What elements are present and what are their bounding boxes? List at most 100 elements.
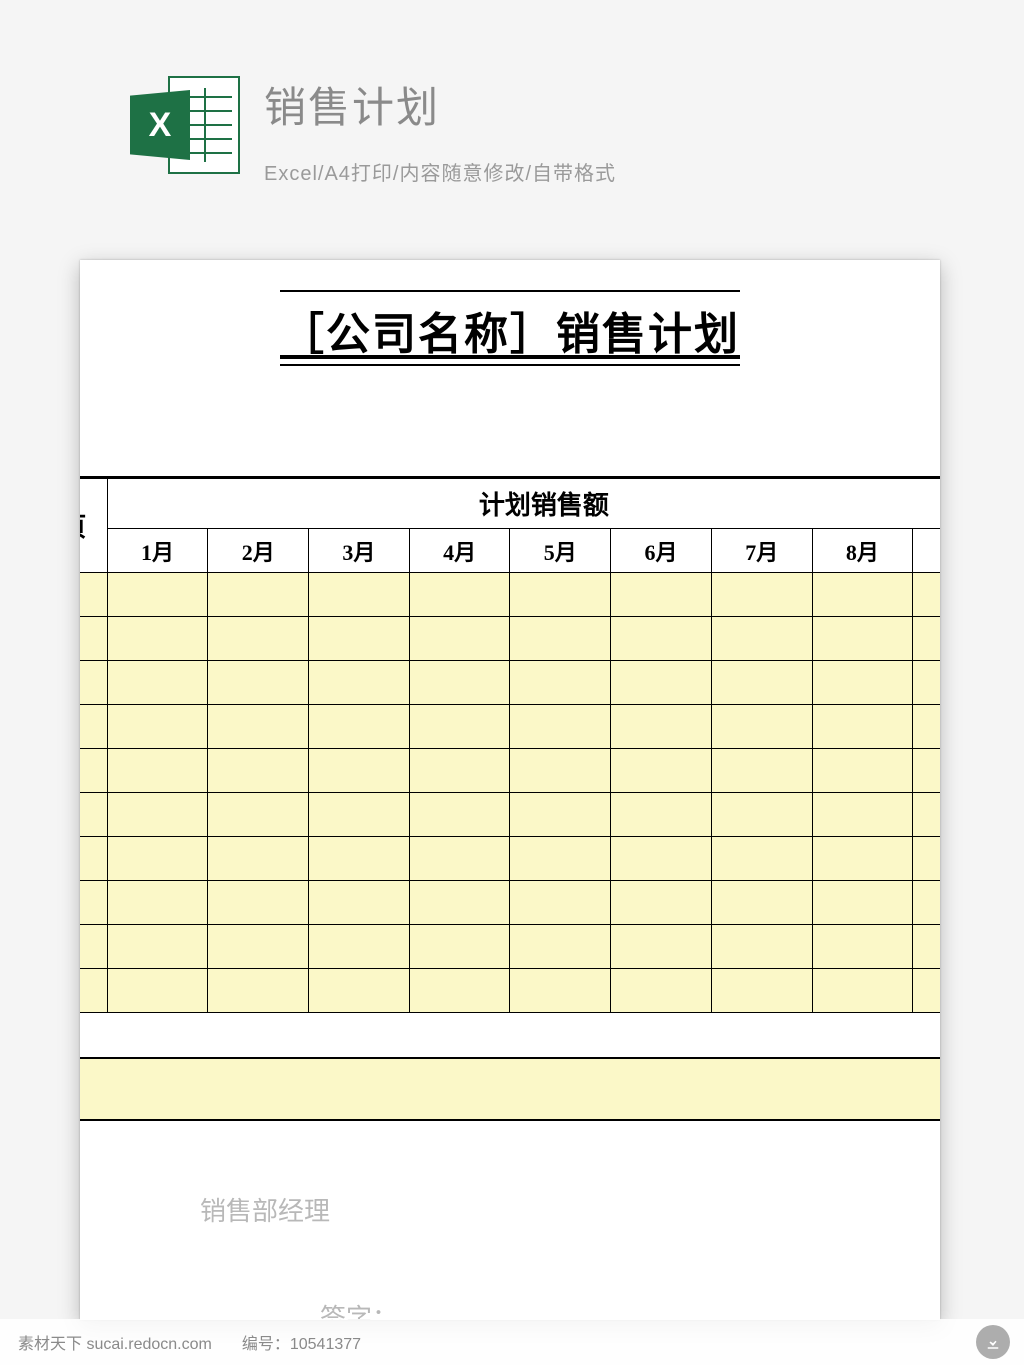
table-cell <box>409 749 510 793</box>
table-cell <box>409 617 510 661</box>
table-row <box>80 969 940 1013</box>
table-cell <box>913 837 940 881</box>
table-cell <box>812 705 913 749</box>
table-cell <box>409 793 510 837</box>
table-cell <box>812 837 913 881</box>
table-cell <box>812 617 913 661</box>
table-cell <box>510 749 611 793</box>
month-header: 8月 <box>812 529 913 573</box>
table-cell <box>107 661 208 705</box>
table-row <box>80 573 940 617</box>
table-cell <box>80 793 107 837</box>
month-header: 1月 <box>107 529 208 573</box>
table-row <box>80 793 940 837</box>
table-cell <box>409 837 510 881</box>
watermark-footer: 素材天下 sucai.redocn.com 编号：10541377 <box>0 1319 1024 1365</box>
table-cell <box>711 969 812 1013</box>
table-cell <box>409 705 510 749</box>
table-cell <box>711 793 812 837</box>
side-header: 页 <box>80 479 107 573</box>
month-header-overflow <box>913 529 940 573</box>
month-header: 3月 <box>309 529 410 573</box>
table-cell <box>107 969 208 1013</box>
table-cell <box>309 661 410 705</box>
table-cell <box>409 969 510 1013</box>
download-icon[interactable] <box>976 1325 1010 1359</box>
table-cell <box>80 837 107 881</box>
table-cell <box>309 925 410 969</box>
table-cell <box>107 705 208 749</box>
table-cell <box>107 793 208 837</box>
plan-table: 页 计划销售额 1月 2月 3月 4月 5月 6月 7月 8月 <box>80 476 940 1013</box>
table-row <box>80 881 940 925</box>
table-cell <box>80 661 107 705</box>
month-header-row: 1月 2月 3月 4月 5月 6月 7月 8月 <box>80 529 940 573</box>
table-cell <box>80 969 107 1013</box>
table-row <box>80 837 940 881</box>
table-cell <box>812 969 913 1013</box>
table-cell <box>711 705 812 749</box>
table-cell <box>409 925 510 969</box>
template-header: X 销售计划 Excel/A4打印/内容随意修改/自带格式 <box>130 70 616 186</box>
table-cell <box>611 925 712 969</box>
table-cell <box>913 793 940 837</box>
table-cell <box>208 969 309 1013</box>
table-cell <box>611 705 712 749</box>
table-cell <box>812 793 913 837</box>
table-cell <box>309 881 410 925</box>
summary-band <box>80 1057 940 1121</box>
table-cell <box>510 969 611 1013</box>
table-cell <box>611 749 712 793</box>
group-header: 计划销售额 <box>107 479 940 529</box>
table-cell <box>510 925 611 969</box>
table-cell <box>309 969 410 1013</box>
table-cell <box>913 661 940 705</box>
table-row <box>80 617 940 661</box>
footer-site: 素材天下 sucai.redocn.com <box>18 1330 212 1354</box>
table-cell <box>309 617 410 661</box>
table-row <box>80 705 940 749</box>
excel-icon: X <box>130 70 240 180</box>
template-title: 销售计划 <box>264 74 616 135</box>
table-cell <box>309 573 410 617</box>
table-cell <box>611 573 712 617</box>
table-cell <box>80 617 107 661</box>
month-header: 2月 <box>208 529 309 573</box>
table-cell <box>208 661 309 705</box>
table-cell <box>80 749 107 793</box>
table-cell <box>711 617 812 661</box>
month-header: 6月 <box>611 529 712 573</box>
table-cell <box>812 749 913 793</box>
document-title: ［公司名称］销售计划 <box>280 290 740 366</box>
table-cell <box>913 749 940 793</box>
table-cell <box>711 661 812 705</box>
footer-id: 编号：10541377 <box>242 1330 361 1354</box>
table-cell <box>208 617 309 661</box>
table-cell <box>309 749 410 793</box>
month-header: 7月 <box>711 529 812 573</box>
table-cell <box>510 661 611 705</box>
table-cell <box>611 881 712 925</box>
table-cell <box>510 573 611 617</box>
table-row <box>80 925 940 969</box>
table-cell <box>711 925 812 969</box>
table-cell <box>80 881 107 925</box>
table-cell <box>611 661 712 705</box>
table-cell <box>711 881 812 925</box>
table-cell <box>913 705 940 749</box>
table-cell <box>309 705 410 749</box>
table-cell <box>208 573 309 617</box>
table-cell <box>309 793 410 837</box>
table-cell <box>208 793 309 837</box>
table-cell <box>611 793 712 837</box>
table-cell <box>107 837 208 881</box>
table-cell <box>208 749 309 793</box>
table-cell <box>409 661 510 705</box>
table-cell <box>711 573 812 617</box>
table-cell <box>611 969 712 1013</box>
table-row <box>80 661 940 705</box>
signature-sign-label: 签字： <box>320 1298 500 1320</box>
table-cell <box>107 573 208 617</box>
table-cell <box>409 881 510 925</box>
table-cell <box>510 837 611 881</box>
